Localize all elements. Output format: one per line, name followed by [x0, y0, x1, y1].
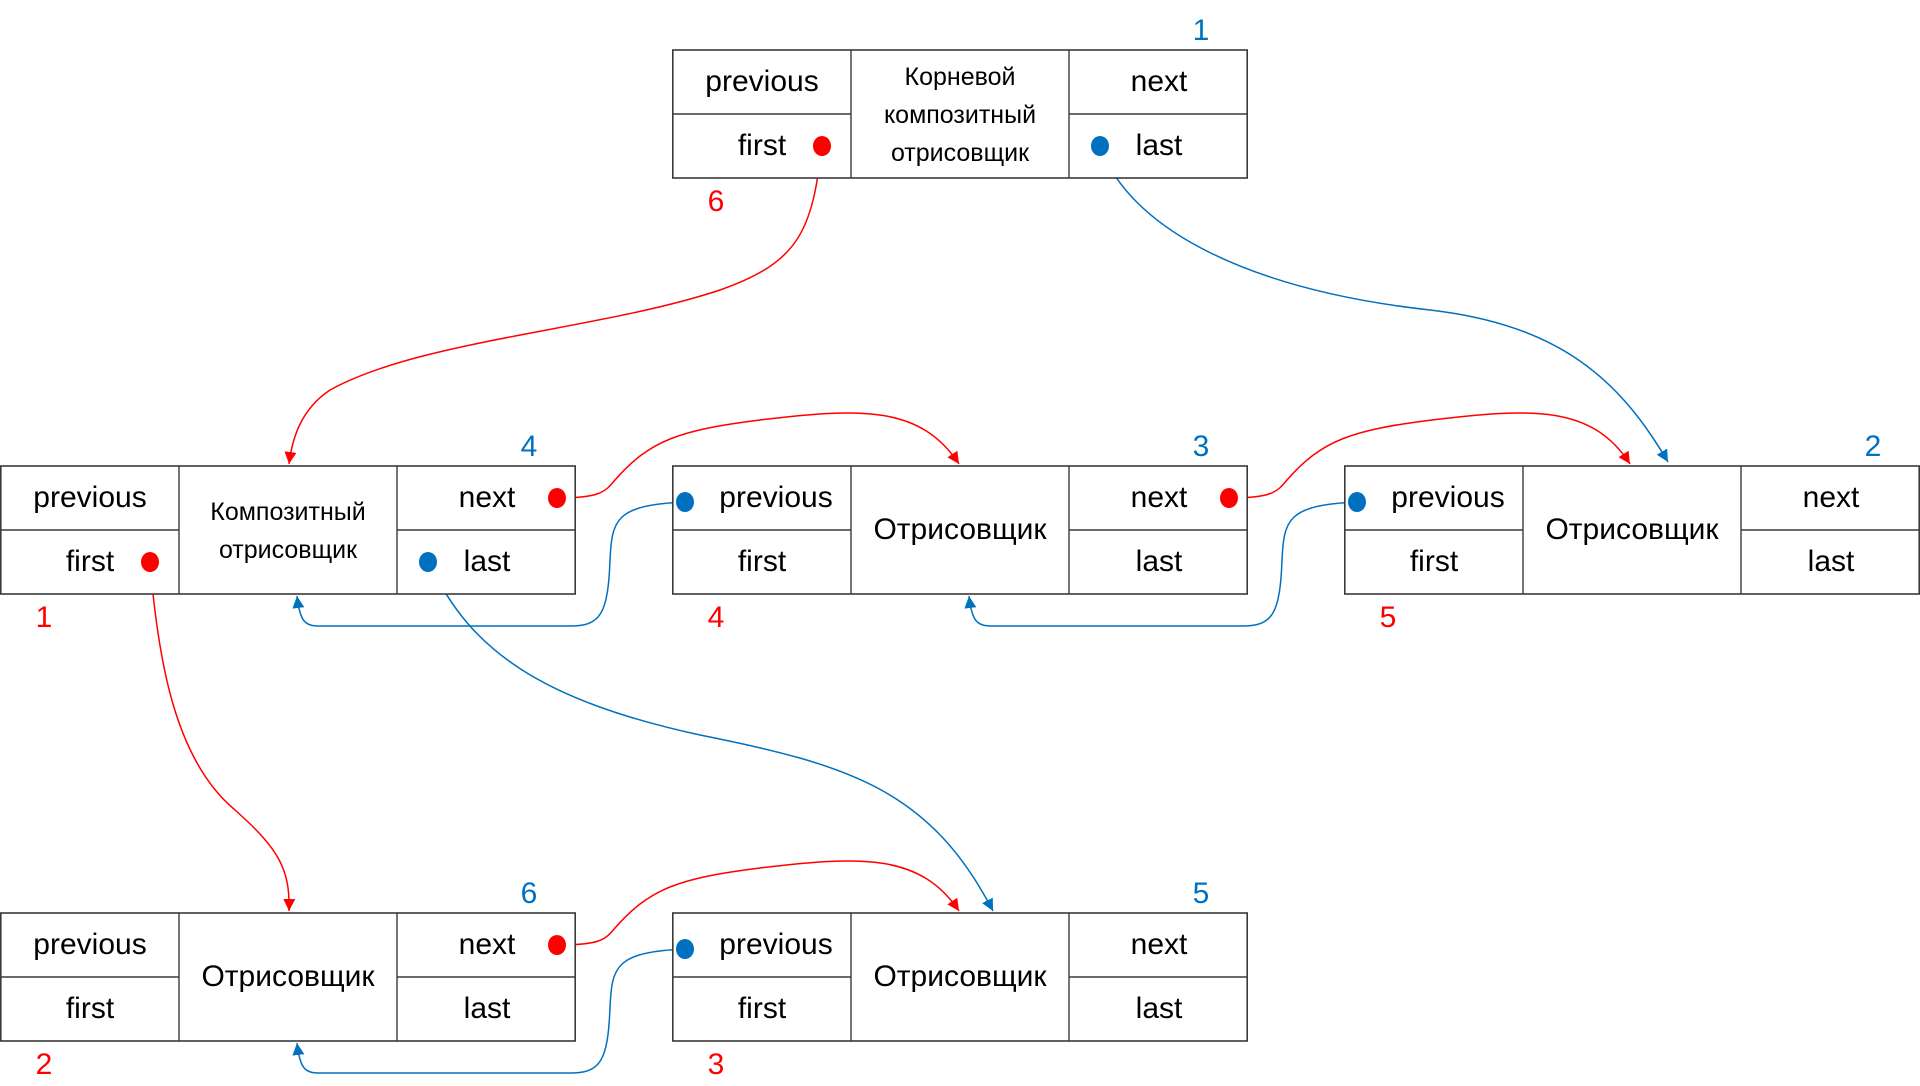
blue-order-label: 6 [521, 877, 538, 910]
field-previous: previous [719, 928, 832, 961]
field-previous: previous [33, 928, 146, 961]
node-root: previous first next last Корневой композитный… [671, 14, 1249, 218]
pointer-dot-next [1220, 488, 1238, 508]
red-order-label: 5 [1380, 601, 1397, 634]
field-previous: previous [705, 65, 818, 98]
field-last: last [1808, 545, 1855, 578]
field-next: next [1803, 481, 1860, 514]
field-last: last [464, 992, 511, 1025]
node-renderer-mid: previous first next last Отрисовщик 3 4 [671, 430, 1249, 634]
pointer-dot-previous [676, 939, 694, 959]
node-title-line: отрисовщик [219, 536, 358, 564]
field-previous: previous [33, 481, 146, 514]
red-order-label: 4 [708, 601, 725, 634]
pointer-dot-first [141, 552, 159, 572]
field-first: first [66, 545, 115, 578]
field-next: next [1131, 928, 1188, 961]
link-root-last-to-renderer-right [1099, 145, 1669, 463]
field-last: last [1136, 545, 1183, 578]
node-title-line: Корневой [905, 63, 1016, 91]
blue-order-label: 1 [1193, 14, 1210, 47]
field-first: first [66, 992, 115, 1025]
linked-renderer-diagram: previous first next last Корневой композитный… [0, 14, 1920, 1081]
blue-order-label: 5 [1193, 877, 1210, 910]
link-root-first-to-composite [284, 145, 823, 465]
red-order-label: 6 [708, 185, 725, 218]
node-title-line: отрисовщик [891, 139, 1030, 167]
blue-order-label: 2 [1865, 430, 1882, 463]
pointer-dot-next [548, 488, 566, 508]
node-title-line: Композитный [210, 498, 365, 526]
pointer-dot-first [813, 136, 831, 156]
node-renderer-bottom-mid: previous first next last Отрисовщик 5 3 [671, 877, 1249, 1081]
red-order-label: 3 [708, 1048, 725, 1081]
red-order-label: 1 [36, 601, 53, 634]
link-composite-first-to-renderer-bottom-left [149, 561, 296, 912]
node-composite: previous first next last Композитный отрисовщ… [0, 430, 577, 634]
field-previous: previous [1391, 481, 1504, 514]
blue-order-label: 3 [1193, 430, 1210, 463]
pointer-dot-last [419, 552, 437, 572]
node-title-line: Отрисовщик [1545, 513, 1719, 546]
field-next: next [1131, 481, 1188, 514]
pointer-dot-next [548, 935, 566, 955]
field-first: first [1410, 545, 1459, 578]
node-title-line: Отрисовщик [201, 960, 375, 993]
field-last: last [464, 545, 511, 578]
red-order-label: 2 [36, 1048, 53, 1081]
field-previous: previous [719, 481, 832, 514]
field-first: first [738, 129, 787, 162]
pointer-dot-previous [1348, 492, 1366, 512]
nodes-layer: previous first next last Корневой композитный… [0, 14, 1920, 1081]
field-next: next [459, 481, 516, 514]
blue-order-label: 4 [521, 430, 538, 463]
node-title-line: Отрисовщик [873, 513, 1047, 546]
field-next: next [459, 928, 516, 961]
field-last: last [1136, 129, 1183, 162]
node-title-line: композитный [884, 101, 1036, 129]
field-first: first [738, 992, 787, 1025]
field-next: next [1131, 65, 1188, 98]
pointer-dot-previous [676, 492, 694, 512]
pointer-dot-last [1091, 136, 1109, 156]
field-last: last [1136, 992, 1183, 1025]
node-renderer-bottom-left: previous first next last Отрисовщик 6 2 [0, 877, 577, 1081]
field-first: first [738, 545, 787, 578]
node-title-line: Отрисовщик [873, 960, 1047, 993]
node-renderer-right: previous first next last Отрисовщик 2 5 [1344, 430, 1920, 634]
